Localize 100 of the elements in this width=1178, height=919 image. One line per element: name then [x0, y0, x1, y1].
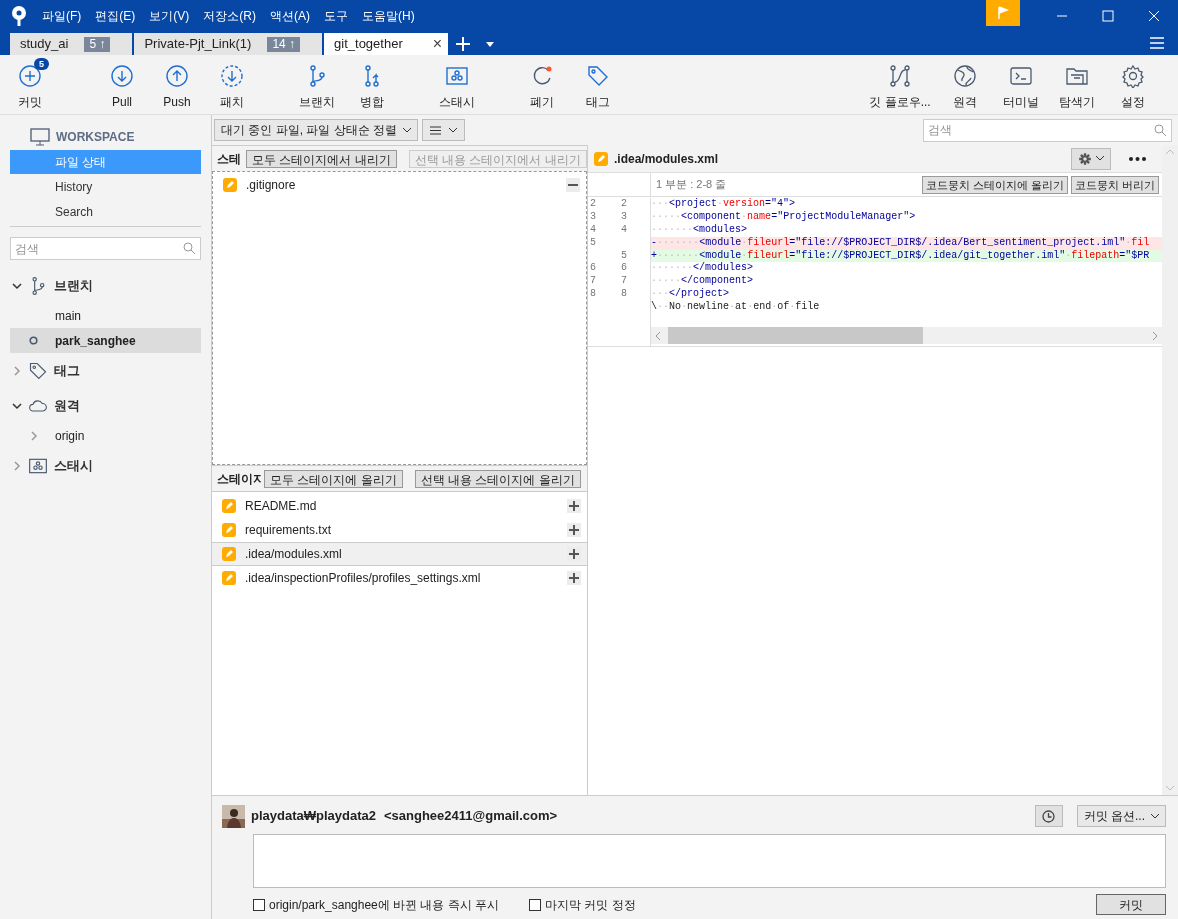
toolbar-button[interactable]: 탐색기	[1052, 58, 1102, 111]
chevron-down-icon	[449, 127, 457, 133]
menu-item[interactable]: 도움말(H)	[362, 7, 415, 25]
menu-item[interactable]: 액션(A)	[270, 7, 310, 25]
line-number: 7	[589, 275, 597, 289]
count-badge: 5	[34, 58, 49, 70]
commit-message-field[interactable]	[253, 834, 1166, 888]
toolbar-button[interactable]: 커밋 5	[10, 58, 50, 111]
toolbar-button[interactable]: 원격	[940, 58, 990, 111]
commit-button[interactable]: 커밋	[1096, 894, 1166, 915]
code-line: ···</project>	[651, 288, 730, 300]
toolbar-button[interactable]: 스태시	[432, 58, 482, 111]
hunk-button[interactable]: 코드뭉치 스테이지에 올리기	[921, 175, 1068, 194]
toolbar-button[interactable]: 태그	[578, 58, 618, 111]
chevron-down-icon	[403, 127, 411, 133]
menu-item[interactable]: 도구	[324, 7, 348, 25]
line-number: 6	[620, 262, 628, 276]
file-row[interactable]: .idea/modules.xml	[212, 542, 587, 566]
section-header[interactable]: 브랜치	[54, 275, 93, 296]
settings-dropdown[interactable]	[1071, 147, 1111, 170]
section-header[interactable]: 원격	[54, 395, 80, 416]
section-header[interactable]: 태그	[54, 360, 80, 381]
monitor-icon	[30, 128, 50, 146]
flow-icon	[888, 64, 912, 88]
stage-icon[interactable]	[567, 499, 581, 513]
toolbar-button[interactable]: 폐기	[522, 58, 562, 111]
list-icon	[430, 125, 441, 135]
stage-button[interactable]: 선택 내용 스테이지에 올리기	[414, 469, 581, 488]
settings-icon	[1121, 64, 1145, 88]
chevron-down-icon	[1096, 156, 1104, 161]
line-number: 3	[620, 210, 628, 224]
stage-icon[interactable]	[567, 523, 581, 537]
toolbar-button[interactable]: 깃 플로우...	[868, 58, 932, 111]
nav-item[interactable]: History	[10, 175, 201, 199]
hunk-button[interactable]: 코드뭉치 버리기	[1070, 175, 1159, 194]
author-email: <sanghee2411@gmail.com>	[384, 807, 558, 826]
sort-dropdown[interactable]: 대기 중인 파일, 파일 상태순 정렬	[214, 119, 418, 141]
commit-options-dropdown[interactable]: 커밋 옵션...	[1076, 805, 1166, 827]
toolbar-button[interactable]: 설정	[1108, 58, 1158, 111]
chevron-right-icon[interactable]	[12, 365, 22, 376]
chevron-down-icon[interactable]	[12, 400, 22, 411]
close-tab-button[interactable]: ×	[432, 32, 443, 56]
add-tab-icon[interactable]	[456, 37, 471, 51]
checkbox[interactable]: origin/park_sanghee에 바뀐 내용 즉시 푸시	[253, 895, 500, 914]
toolbar-button[interactable]: Pull	[102, 58, 142, 111]
repo-tab[interactable]: Private-Pjt_Link(1) 14 ↑	[134, 33, 323, 55]
history-button[interactable]	[1034, 805, 1063, 827]
stash-box-icon	[445, 64, 469, 88]
chevron-right-icon[interactable]	[12, 460, 22, 471]
more-icon[interactable]	[1129, 156, 1146, 161]
code-line: ·····<component·name="ProjectModuleManager">	[651, 210, 916, 222]
toolbar-button[interactable]: 터미널	[996, 58, 1046, 111]
line-number: 3	[589, 210, 597, 224]
ahead-count-badge: 5 ↑	[84, 36, 111, 52]
view-dropdown[interactable]	[422, 119, 465, 141]
file-row[interactable]: .gitignore	[213, 173, 586, 197]
section-header[interactable]: 스태시	[54, 455, 93, 476]
branch-item[interactable]: park_sanghee	[10, 328, 201, 353]
toolbar-button[interactable]: Push	[157, 58, 197, 111]
stage-icon[interactable]	[567, 547, 581, 561]
menu-item[interactable]: 보기(V)	[149, 7, 190, 25]
code-line: -·······<module·fileurl="file://$PROJECT_DIR$/.idea/Bert_sentiment_project.iml"·fil	[651, 236, 1150, 248]
terminal-icon	[1009, 64, 1033, 88]
app-logo-icon	[10, 5, 28, 27]
line-number: 5	[589, 236, 597, 250]
checkbox[interactable]: 마지막 커밋 정정	[529, 895, 636, 914]
chevron-down-icon[interactable]	[12, 280, 22, 291]
flag-icon	[997, 6, 1009, 20]
up-arrow-circle-icon	[165, 64, 189, 88]
menu-item[interactable]: 파일(F)	[42, 7, 82, 25]
repo-tab[interactable]: study_ai 5 ↑	[10, 33, 133, 55]
search-field[interactable]: 검색	[923, 118, 1172, 142]
stage-button[interactable]: 모두 스테이지에 올리기	[264, 469, 403, 488]
file-row[interactable]: .idea/inspectionProfiles/profiles_settings.xml	[212, 566, 587, 590]
menu-item[interactable]: 저장소(R)	[203, 7, 256, 25]
unstage-icon[interactable]	[566, 178, 580, 192]
maximize-icon[interactable]	[1102, 10, 1114, 22]
branch-item[interactable]: main	[10, 303, 201, 328]
search-icon	[1154, 123, 1166, 136]
branch-item[interactable]: origin	[10, 423, 201, 448]
clock-icon	[1042, 809, 1056, 823]
file-row[interactable]: requirements.txt	[212, 518, 587, 542]
section-label: 스테	[217, 150, 242, 168]
toolbar-button[interactable]: 패치	[212, 58, 252, 111]
unstage-button[interactable]: 모두 스테이지에서 내리기	[246, 149, 397, 168]
nav-item[interactable]: Search	[10, 200, 201, 224]
menu-icon[interactable]	[1150, 37, 1164, 49]
chevron-right-icon[interactable]	[28, 430, 39, 441]
close-icon[interactable]	[1148, 10, 1160, 22]
toolbar-button[interactable]: 브랜치	[292, 58, 342, 111]
section-title: WORKSPACE	[56, 129, 135, 146]
dropdown-icon[interactable]	[486, 42, 495, 47]
search-field[interactable]: 검색	[10, 237, 201, 260]
repo-tab[interactable]: git_together ×	[324, 33, 449, 55]
toolbar-button[interactable]: 병합	[352, 58, 392, 111]
menu-item[interactable]: 편집(E)	[95, 7, 136, 25]
stage-icon[interactable]	[567, 571, 581, 585]
file-row[interactable]: README.md	[212, 494, 587, 518]
line-number: 8	[589, 288, 597, 302]
line-number: 5	[620, 249, 628, 263]
